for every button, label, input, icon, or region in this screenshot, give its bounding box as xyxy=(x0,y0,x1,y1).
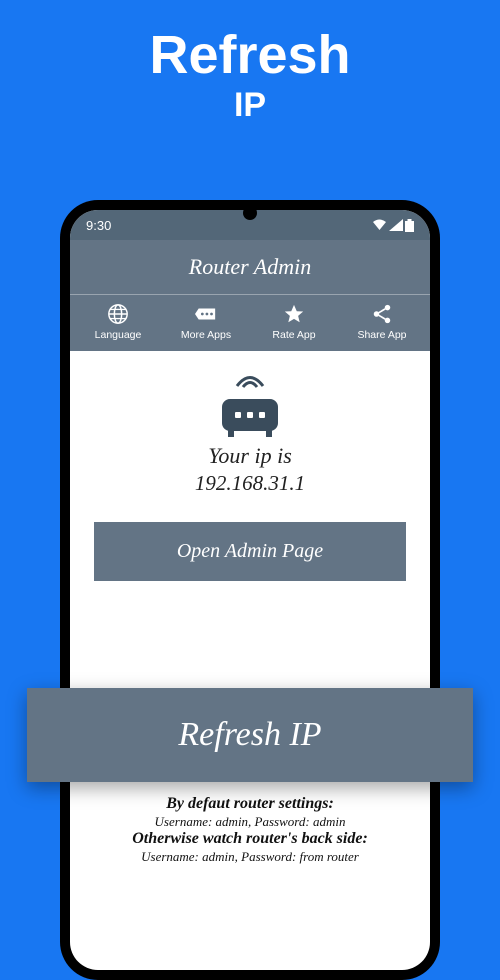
settings-info: By defaut router settings: Username: adm… xyxy=(0,795,500,865)
app-title: Router Admin xyxy=(189,254,311,279)
default-settings-title: By defaut router settings: xyxy=(20,795,480,813)
more-apps-label: More Apps xyxy=(181,329,231,341)
router-wifi-arc xyxy=(235,373,265,388)
share-app-label: Share App xyxy=(357,329,406,341)
signal-icon xyxy=(389,219,403,231)
toolbar: Language More Apps Rate App Share App xyxy=(70,295,430,351)
refresh-ip-button[interactable]: Refresh IP xyxy=(27,688,473,782)
share-icon xyxy=(371,303,393,325)
open-admin-label: Open Admin Page xyxy=(177,540,323,562)
more-icon xyxy=(195,303,217,325)
more-apps-button[interactable]: More Apps xyxy=(162,303,250,341)
language-label: Language xyxy=(95,329,142,341)
star-icon xyxy=(283,303,305,325)
rate-app-label: Rate App xyxy=(272,329,315,341)
otherwise-credentials: Username: admin, Password: from router xyxy=(20,849,480,865)
refresh-ip-label: Refresh IP xyxy=(178,716,321,753)
hero-line2: IP xyxy=(0,86,500,125)
wifi-icon xyxy=(372,219,387,231)
main-content: Your ip is 192.168.31.1 Open Admin Page xyxy=(70,351,430,581)
router-icon xyxy=(215,373,285,431)
otherwise-title: Otherwise watch router's back side: xyxy=(20,830,480,848)
globe-icon xyxy=(107,303,129,325)
default-credentials: Username: admin, Password: admin xyxy=(20,814,480,830)
hero-line1: Refresh xyxy=(0,28,500,82)
battery-icon xyxy=(405,219,414,232)
language-button[interactable]: Language xyxy=(74,303,162,341)
open-admin-button[interactable]: Open Admin Page xyxy=(94,522,406,581)
phone-camera xyxy=(243,206,257,220)
share-app-button[interactable]: Share App xyxy=(338,303,426,341)
router-body xyxy=(222,399,278,431)
rate-app-button[interactable]: Rate App xyxy=(250,303,338,341)
hero-banner: Refresh IP xyxy=(0,0,500,125)
ip-value: 192.168.31.1 xyxy=(70,471,430,496)
status-icons xyxy=(372,219,414,232)
ip-label: Your ip is xyxy=(70,443,430,469)
app-bar: Router Admin xyxy=(70,240,430,295)
status-time: 9:30 xyxy=(86,218,111,233)
